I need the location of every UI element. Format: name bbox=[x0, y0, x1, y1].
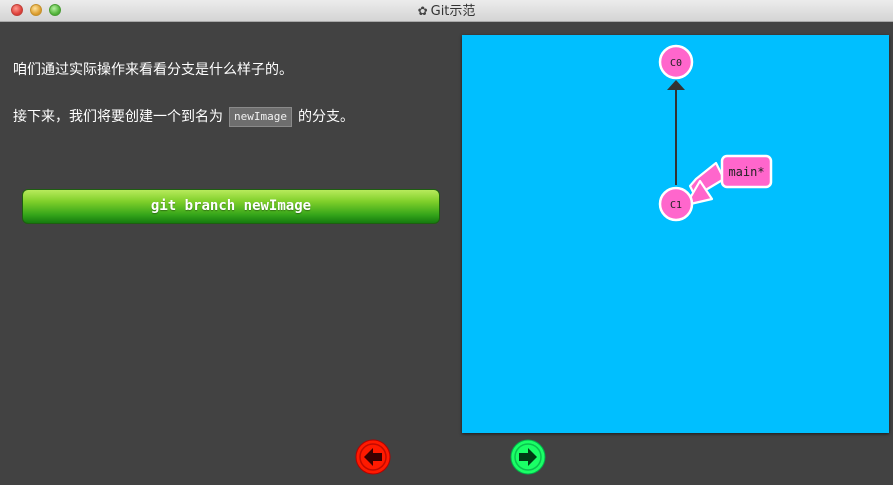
git-visualization-canvas: main* C0 C1 bbox=[462, 35, 889, 433]
right-arrow-icon bbox=[510, 439, 546, 475]
left-arrow-icon bbox=[355, 439, 391, 475]
branch-label: main* bbox=[728, 165, 764, 179]
commit-label-c1: C1 bbox=[670, 200, 682, 211]
instruction-text-2-before: 接下来，我们将要创建一个到名为 bbox=[13, 109, 223, 125]
instruction-text-2-after: 的分支。 bbox=[297, 109, 354, 125]
previous-step-button[interactable] bbox=[355, 439, 391, 475]
gear-icon: ✿ bbox=[417, 4, 428, 18]
window-title: Git示范 bbox=[430, 4, 476, 19]
run-command-button[interactable]: git branch newImage bbox=[22, 189, 440, 224]
title-bar: ✿ Git示范 bbox=[0, 0, 893, 22]
next-step-button[interactable] bbox=[510, 439, 546, 475]
window-title-group: ✿ Git示范 bbox=[0, 3, 893, 20]
instruction-pane: 咱们通过实际操作来看看分支是什么样子的。 接下来，我们将要创建一个到名为 newI… bbox=[0, 22, 455, 442]
git-graph: main* C0 C1 bbox=[658, 44, 773, 222]
branch-name-code: newImage bbox=[229, 107, 292, 127]
instruction-text-2: 接下来，我们将要创建一个到名为 newImage 的分支。 bbox=[13, 107, 354, 127]
app-window: ✿ Git示范 咱们通过实际操作来看看分支是什么样子的。 接下来，我们将要创建一个… bbox=[0, 0, 893, 485]
commit-label-c0: C0 bbox=[670, 58, 682, 69]
edge-arrowhead bbox=[667, 80, 685, 90]
instruction-text-1: 咱们通过实际操作来看看分支是什么样子的。 bbox=[13, 62, 293, 78]
